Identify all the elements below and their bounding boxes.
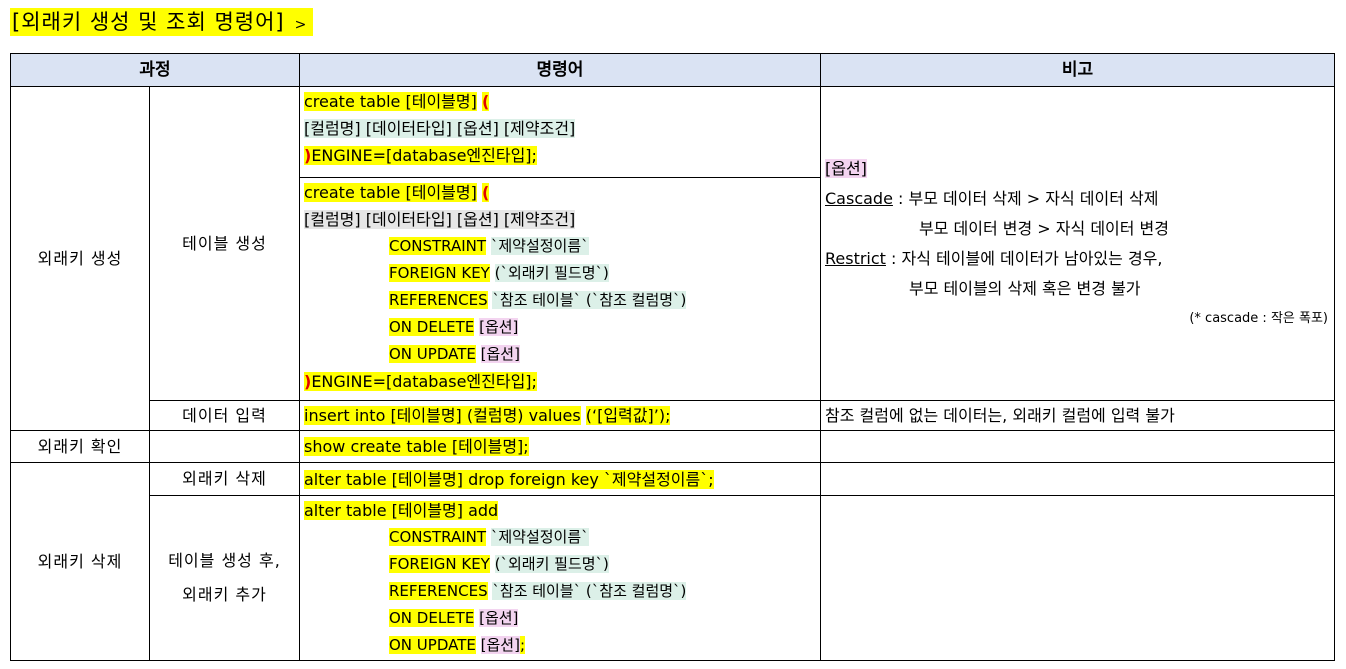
- step-fk-add-line-2: 외래키 추가: [182, 585, 267, 604]
- empty-cell: [149, 430, 300, 463]
- foreign-key-command-table: 과정 명령어 비고 외래키 생성 테이블 생성 create table [테이…: [10, 53, 1335, 661]
- cascade-desc-1: : 부모 데이터 삭제 > 자식 데이터 삭제: [898, 188, 1159, 208]
- table-row: 외래키 삭제 외래키 삭제 alter table [테이블명] drop fo…: [10, 462, 1335, 661]
- header-process: 과정: [10, 53, 300, 87]
- step-fk-add-line-1: 테이블 생성 후,: [168, 551, 281, 570]
- header-command: 명령어: [299, 53, 821, 87]
- table-row: 데이터 입력 insert into [테이블명] (컬럼명) values (…: [11, 400, 1335, 431]
- restrict-desc-1: : 자식 테이블에 데이터가 남아있는 경우,: [891, 248, 1163, 268]
- code-keyword: ON DELETE: [389, 318, 475, 336]
- code-text: (`외래키 필드명`): [494, 555, 609, 573]
- empty-cell: [820, 430, 1335, 463]
- code-keyword: CONSTRAINT: [389, 528, 487, 546]
- code-text: (`외래키 필드명`): [494, 264, 609, 282]
- code-option: [옵션]: [479, 609, 519, 627]
- step-fk-drop: 외래키 삭제: [149, 462, 300, 496]
- code-text: (‘[입력값]’);: [585, 406, 671, 425]
- cmd-show-create: show create table [테이블명];: [299, 430, 821, 463]
- code-keyword: REFERENCES: [389, 291, 488, 309]
- code-text: create table [테이블명]: [304, 92, 477, 111]
- code-text: insert into [테이블명] (컬럼명) values: [304, 406, 581, 425]
- code-text: ENGINE=[database엔진타입];: [311, 372, 537, 391]
- restrict-keyword: Restrict: [825, 248, 886, 268]
- code-text: [컬럼명] [데이터타입] [옵션] [제약조건]: [304, 119, 576, 138]
- code-text: create table [테이블명]: [304, 183, 477, 202]
- code-text: [컬럼명] [데이터타입] [옵션] [제약조건]: [304, 210, 576, 229]
- cmd-drop-fk: alter table [테이블명] drop foreign key `제약설…: [299, 462, 821, 496]
- code-keyword: ON UPDATE: [389, 636, 476, 654]
- cmd-alter-add-fk: alter table [테이블명] add CONSTRAINT `제약설정이…: [299, 495, 821, 661]
- code-text: alter table [테이블명] add: [304, 501, 499, 520]
- table-header-row: 과정 명령어 비고: [10, 53, 1335, 87]
- step-data-input: 데이터 입력: [149, 400, 300, 431]
- group-delete: 외래키 삭제: [10, 462, 150, 661]
- step-fk-add: 테이블 생성 후, 외래키 추가: [149, 495, 300, 661]
- cascade-desc-2: 부모 데이터 변경 > 자식 데이터 변경: [919, 218, 1170, 238]
- cascade-footnote: (* cascade : 작은 폭포): [1189, 310, 1328, 326]
- note-option-label: [옵션]: [825, 158, 867, 178]
- code-text: ENGINE=[database엔진타입];: [311, 146, 537, 165]
- code-text: ;: [519, 636, 525, 654]
- cmd-insert: insert into [테이블명] (컬럼명) values (‘[입력값]’…: [299, 400, 821, 431]
- restrict-desc-2: 부모 테이블의 삭제 혹은 변경 불가: [909, 278, 1141, 298]
- open-paren: (: [481, 92, 490, 111]
- cmd-create-table-simple: create table [테이블명] ( [컬럼명] [데이터타입] [옵션]…: [299, 86, 821, 178]
- code-text: `참조 테이블` (`참조 컬럼명`): [492, 291, 687, 309]
- table-row: 외래키 생성 테이블 생성 create table [테이블명] ( [컬럼명…: [10, 86, 1335, 431]
- cmd-create-table-fk: create table [테이블명] ( [컬럼명] [데이터타입] [옵션]…: [299, 177, 821, 401]
- empty-cell: [820, 462, 1335, 496]
- table-row: 외래키 확인 show create table [테이블명];: [10, 430, 1335, 463]
- open-paren: (: [481, 183, 490, 202]
- code-option: [옵션]: [479, 318, 519, 336]
- code-keyword: CONSTRAINT: [389, 237, 487, 255]
- header-note: 비고: [820, 53, 1335, 87]
- code-text: ;: [523, 437, 529, 456]
- code-option: [옵션]: [480, 636, 520, 654]
- code-text: `참조 테이블` (`참조 컬럼명`): [492, 582, 687, 600]
- note-data-input: 참조 컬럼에 없는 데이터는, 외래키 컬럼에 입력 불가: [820, 400, 1335, 431]
- note-options: [옵션] Cascade : 부모 데이터 삭제 > 자식 데이터 삭제 부모 …: [820, 86, 1335, 401]
- code-keyword: FOREIGN KEY: [389, 555, 490, 573]
- group-check: 외래키 확인: [10, 430, 150, 463]
- code-text: `제약설정이름`: [490, 237, 589, 255]
- title-arrow-icon: >: [294, 17, 308, 33]
- page-title: [외래키 생성 및 조회 명령어] >: [10, 8, 314, 36]
- code-keyword: REFERENCES: [389, 582, 488, 600]
- code-keyword: ON DELETE: [389, 609, 475, 627]
- page-title-text: [외래키 생성 및 조회 명령어]: [12, 10, 285, 34]
- code-option: [옵션]: [480, 345, 520, 363]
- code-text: `제약설정이름`: [490, 528, 589, 546]
- empty-cell: [820, 495, 1335, 661]
- code-text: alter table [테이블명] drop foreign key `제약설…: [304, 469, 714, 489]
- group-create: 외래키 생성: [10, 86, 150, 431]
- code-keyword: ON UPDATE: [389, 345, 476, 363]
- table-row: 테이블 생성 후, 외래키 추가 alter table [테이블명] add …: [11, 495, 1335, 661]
- step-table-create: 테이블 생성: [149, 86, 300, 401]
- cascade-keyword: Cascade: [825, 188, 893, 208]
- code-text: show create table [테이블명]: [304, 437, 524, 456]
- code-keyword: FOREIGN KEY: [389, 264, 490, 282]
